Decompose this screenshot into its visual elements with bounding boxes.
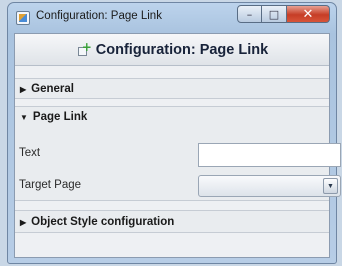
panel-title: Configuration: Page Link — [95, 41, 269, 58]
close-icon: ✕ — [302, 6, 314, 22]
maximize-button[interactable]: □ — [262, 5, 287, 23]
section-object-style[interactable]: ▶ Object Style configuration — [15, 210, 329, 233]
target-page-dropdown[interactable]: ▼ — [198, 175, 341, 197]
section-page-link: ▼ Page Link Text Target Page ▼ — [15, 106, 341, 201]
section-general[interactable]: ▶ General — [15, 78, 329, 99]
configuration-panel: + Configuration: Page Link ▶ General ▼ P… — [14, 33, 341, 258]
section-object-style-header[interactable]: ▶ Object Style configuration — [15, 211, 329, 233]
app-icon — [16, 11, 30, 25]
caption-buttons: – □ ✕ — [237, 5, 330, 25]
add-page-icon: + — [76, 41, 92, 57]
expand-arrow-icon: ▶ — [20, 217, 27, 227]
minimize-button[interactable]: – — [237, 5, 262, 23]
section-page-link-label: Page Link — [32, 111, 88, 123]
window-title: Configuration: Page Link — [36, 10, 162, 22]
close-button[interactable]: ✕ — [287, 5, 330, 23]
text-field-label: Text — [19, 147, 41, 159]
maximize-icon: □ — [268, 7, 280, 21]
dropdown-button[interactable]: ▼ — [323, 178, 338, 194]
section-general-label: General — [31, 83, 74, 95]
text-input[interactable] — [198, 143, 341, 167]
app-window: Configuration: Page Link – □ ✕ + Configu… — [7, 2, 341, 264]
minimize-icon: – — [246, 7, 253, 21]
chevron-down-icon: ▼ — [327, 182, 334, 190]
section-object-style-label: Object Style configuration — [31, 216, 175, 228]
section-page-link-header[interactable]: ▼ Page Link — [15, 107, 329, 127]
target-page-label: Target Page — [19, 179, 82, 191]
section-general-header[interactable]: ▶ General — [15, 79, 329, 99]
expand-arrow-icon: ▶ — [20, 84, 27, 94]
collapse-arrow-icon: ▼ — [20, 112, 28, 122]
panel-header: + Configuration: Page Link — [15, 34, 329, 66]
title-bar[interactable]: Configuration: Page Link – □ ✕ — [8, 3, 336, 33]
